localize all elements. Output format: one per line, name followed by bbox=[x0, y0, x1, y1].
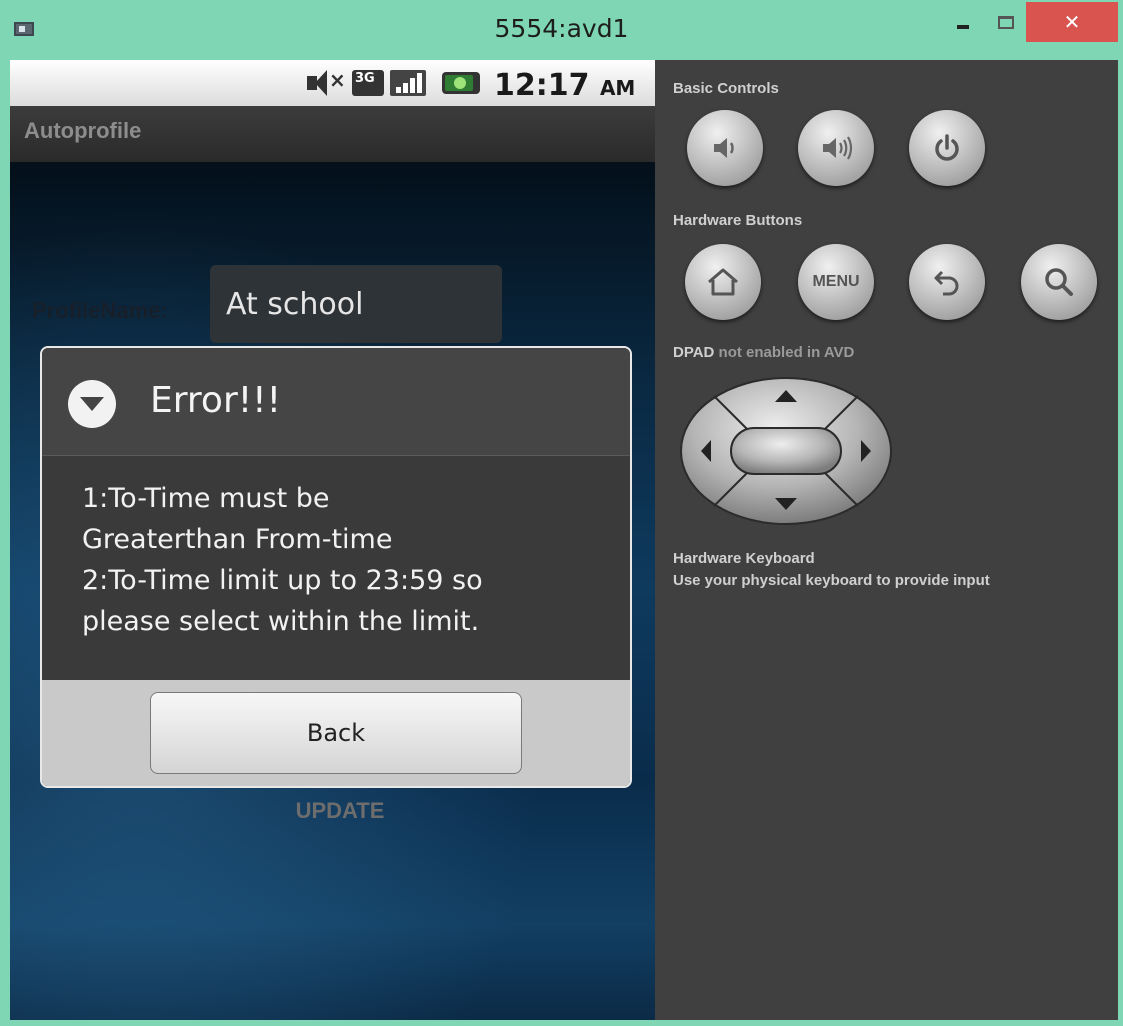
dpad-label-rest: not enabled in AVD bbox=[714, 344, 855, 361]
close-button[interactable]: ✕ bbox=[1026, 2, 1118, 42]
dpad-control[interactable] bbox=[679, 376, 893, 526]
home-icon bbox=[708, 268, 738, 296]
mute-icon: × bbox=[307, 68, 346, 96]
volume-up-icon bbox=[823, 136, 853, 160]
window-titlebar: 5554:avd1 ✕ bbox=[0, 0, 1123, 58]
volume-down-button[interactable] bbox=[687, 110, 763, 186]
maximize-button[interactable] bbox=[988, 2, 1024, 42]
dialog-header: Error!!! bbox=[42, 348, 630, 456]
dialog-message-line: please select within the limit. bbox=[82, 606, 480, 637]
clock-ampm: AM bbox=[599, 76, 636, 100]
close-icon: ✕ bbox=[1063, 10, 1081, 34]
minimize-icon bbox=[957, 25, 969, 29]
update-button[interactable]: UPDATE bbox=[250, 798, 430, 838]
app-title: Autoprofile bbox=[24, 118, 142, 143]
home-button[interactable] bbox=[685, 244, 761, 320]
battery-charging-icon bbox=[442, 72, 480, 94]
hardware-keyboard-label: Hardware Keyboard bbox=[673, 550, 815, 567]
profile-name-label: ProfileName: bbox=[32, 298, 168, 323]
dialog-message-line: 2:To-Time limit up to 23:59 so bbox=[82, 565, 483, 596]
dialog-message: 1:To-Time must be Greaterthan From-time … bbox=[82, 478, 622, 642]
status-bar: × 3G 12:17 AM bbox=[10, 60, 655, 106]
alert-icon bbox=[68, 380, 116, 428]
dpad-label: DPAD not enabled in AVD bbox=[673, 344, 854, 361]
emulator-controls-panel: Basic Controls Hardware Buttons MENU DPA… bbox=[655, 60, 1118, 1020]
dpad-center-button[interactable] bbox=[730, 427, 842, 475]
dialog-title: Error!!! bbox=[150, 380, 282, 421]
app-title-bar: Autoprofile bbox=[10, 106, 655, 162]
search-button[interactable] bbox=[1021, 244, 1097, 320]
search-icon bbox=[1045, 268, 1073, 296]
phone-screen: × 3G 12:17 AM Autoprofile ProfileName: A… bbox=[10, 60, 655, 1020]
profile-name-input[interactable]: At school bbox=[210, 265, 502, 343]
minimize-button[interactable] bbox=[940, 2, 986, 42]
dialog-message-line: 1:To-Time must be bbox=[82, 483, 330, 514]
network-3g-icon: 3G bbox=[352, 70, 384, 96]
dpad-label-bold: DPAD bbox=[673, 344, 715, 361]
signal-icon bbox=[390, 70, 426, 96]
error-dialog: Error!!! 1:To-Time must be Greaterthan F… bbox=[40, 346, 632, 788]
power-icon bbox=[935, 134, 959, 161]
clock-time: 12:17 bbox=[494, 68, 590, 103]
menu-button[interactable]: MENU bbox=[798, 244, 874, 320]
volume-down-icon bbox=[714, 138, 734, 158]
dialog-message-line: Greaterthan From-time bbox=[82, 524, 393, 555]
hardware-keyboard-description: Use your physical keyboard to provide in… bbox=[673, 572, 990, 589]
basic-controls-label: Basic Controls bbox=[673, 80, 779, 97]
status-clock: 12:17 AM bbox=[494, 68, 635, 103]
volume-up-button[interactable] bbox=[798, 110, 874, 186]
back-hardware-button[interactable] bbox=[909, 244, 985, 320]
menu-button-label: MENU bbox=[812, 273, 860, 290]
power-button[interactable] bbox=[909, 110, 985, 186]
back-arrow-icon bbox=[934, 270, 959, 296]
maximize-icon bbox=[998, 15, 1014, 29]
back-button[interactable]: Back bbox=[150, 692, 522, 774]
hardware-buttons-label: Hardware Buttons bbox=[673, 212, 803, 229]
dialog-footer: Back bbox=[42, 680, 630, 786]
